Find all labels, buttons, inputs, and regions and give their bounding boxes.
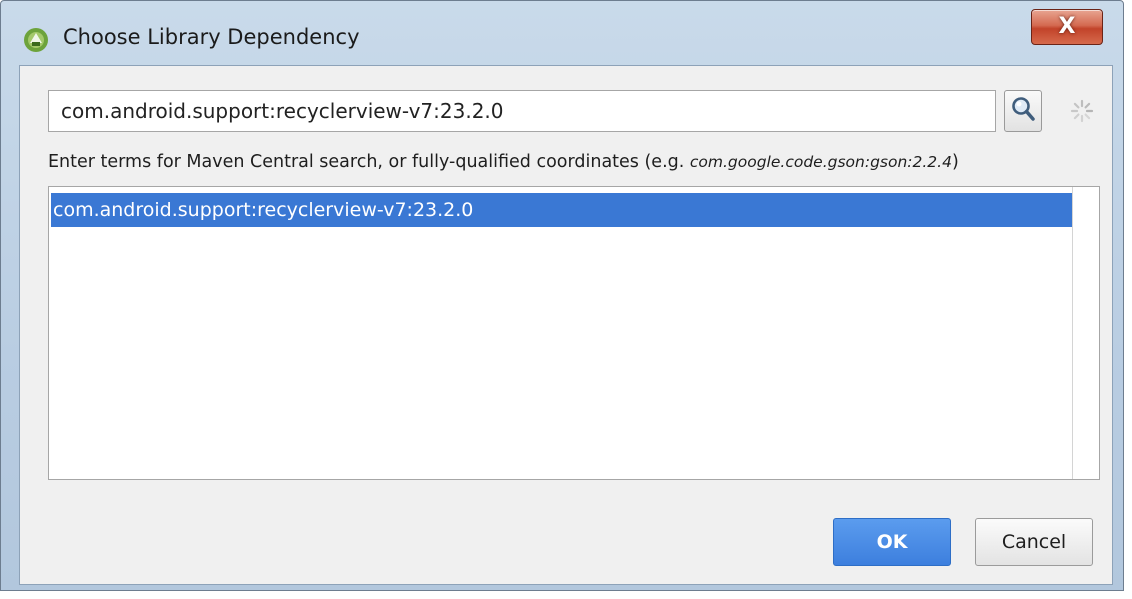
dialog-title: Choose Library Dependency xyxy=(63,25,360,49)
dialog-content: Enter terms for Maven Central search, or… xyxy=(19,65,1113,585)
hint-suffix: ) xyxy=(951,152,959,172)
hint-text: Enter terms for Maven Central search, or… xyxy=(48,152,690,172)
cancel-button[interactable]: Cancel xyxy=(975,518,1093,566)
loading-spinner-icon xyxy=(1070,99,1094,123)
title-bar[interactable]: Choose Library Dependency X xyxy=(1,1,1123,65)
search-button[interactable] xyxy=(1004,90,1042,132)
results-list[interactable]: com.android.support:recyclerview-v7:23.2… xyxy=(48,186,1100,480)
search-input[interactable] xyxy=(48,90,996,132)
android-studio-icon xyxy=(23,27,49,53)
ok-button[interactable]: OK xyxy=(833,518,951,566)
search-hint: Enter terms for Maven Central search, or… xyxy=(48,152,959,172)
magnifier-icon xyxy=(1010,95,1036,127)
list-item[interactable]: com.android.support:recyclerview-v7:23.2… xyxy=(51,193,1072,227)
hint-example: com.google.code.gson:gson:2.2.4 xyxy=(689,153,952,171)
choose-library-dependency-dialog: Choose Library Dependency X com.android.… xyxy=(0,0,1124,591)
close-button[interactable]: X xyxy=(1031,9,1103,45)
close-icon: X xyxy=(1058,14,1076,39)
results-list-viewport: com.android.support:recyclerview-v7:23.2… xyxy=(49,187,1073,479)
